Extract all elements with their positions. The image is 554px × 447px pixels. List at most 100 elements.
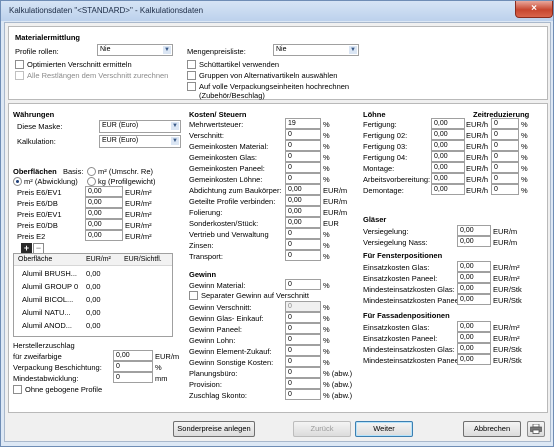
preis-input[interactable]: 0,00 [85, 230, 123, 241]
gewinn-input[interactable]: 0 [285, 367, 321, 378]
profile-rollen-select[interactable]: Nie ▼ [97, 44, 173, 56]
fassade-input[interactable]: 0,00 [457, 332, 491, 343]
kosten-unit: EUR/m [323, 208, 348, 217]
table-row[interactable]: Alumil GROUP 0 0,00 [14, 280, 172, 292]
gewinn-input[interactable]: 0 [285, 378, 321, 389]
mengenpreisliste-select[interactable]: Nie ▼ [273, 44, 359, 56]
separat-checkbox[interactable] [189, 291, 198, 300]
table-row[interactable]: Alumil ANOD... 0,00 [14, 319, 172, 331]
preis-input[interactable]: 0,00 [85, 186, 123, 197]
kosten-input[interactable]: 0,00 [285, 184, 321, 195]
fenster-unit: EUR/Stk [493, 296, 522, 305]
kosten-label: Gemeinkosten Paneel: [189, 164, 265, 173]
column-header[interactable]: EUR/m² [86, 254, 111, 265]
kosten-unit: % [323, 164, 330, 173]
optimiert-checkbox[interactable] [15, 60, 24, 69]
zuschlag-input[interactable]: 0,00 [113, 350, 153, 361]
zeitreduzierung-input[interactable]: 0 [491, 140, 519, 151]
lohn-input[interactable]: 0,00 [431, 118, 465, 129]
fenster-input[interactable]: 0,00 [457, 294, 491, 305]
gewinn-label: Provision: [189, 380, 222, 389]
restlaengen-checkbox[interactable] [15, 71, 24, 80]
kosten-label: Gemeinkosten Material: [189, 142, 269, 151]
glas-input[interactable]: 0,00 [457, 225, 491, 236]
table-row[interactable]: Alumil NATU... 0,00 [14, 306, 172, 318]
gewinn-input[interactable]: 0 [285, 356, 321, 367]
mindestabwicklung-input[interactable]: 0 [113, 372, 153, 383]
zeitreduzierung-input[interactable]: 0 [491, 162, 519, 173]
mindestabwicklung-unit: mm [155, 374, 168, 383]
column-header[interactable]: EUR/Sichtfl. [124, 254, 162, 265]
ohne-gebogene-checkbox[interactable] [13, 385, 22, 394]
kosten-input[interactable]: 0,00 [285, 195, 321, 206]
oberflaechen-table[interactable]: Oberfläche EUR/m² EUR/Sichtfl. Alumil BR… [13, 253, 173, 337]
kosten-input[interactable]: 0 [285, 151, 321, 162]
weiter-button[interactable]: Weiter [355, 421, 413, 437]
kosten-input[interactable]: 19 [285, 118, 321, 129]
lohn-unit: EUR/h [466, 131, 489, 140]
gewinn-input[interactable]: 0 [285, 301, 321, 312]
zeitreduzierung-input[interactable]: 0 [491, 151, 519, 162]
zeitreduzierung-input[interactable]: 0 [491, 173, 519, 184]
close-button[interactable]: × [515, 1, 553, 18]
fenster-input[interactable]: 0,00 [457, 272, 491, 283]
gewinn-input[interactable]: 0 [285, 323, 321, 334]
kosten-input[interactable]: 0 [285, 162, 321, 173]
fassade-input[interactable]: 0,00 [457, 354, 491, 365]
verpackung-checkbox[interactable] [187, 82, 196, 91]
kosten-input[interactable]: 0 [285, 173, 321, 184]
gewinn-label: Zuschlag Skonto: [189, 391, 247, 400]
kosten-input[interactable]: 0,00 [285, 206, 321, 217]
lohn-input[interactable]: 0,00 [431, 173, 465, 184]
zeitreduzierung-input[interactable]: 0 [491, 184, 519, 195]
gewinn-input[interactable]: 0 [285, 345, 321, 356]
fassade-unit: EUR/Stk [493, 345, 522, 354]
schuett-checkbox[interactable] [187, 60, 196, 69]
title-bar[interactable]: Kalkulationsdaten "<STANDARD>" - Kalkula… [1, 1, 553, 21]
kosten-input[interactable]: 0 [285, 228, 321, 239]
preis-unit: EUR/m² [125, 188, 152, 197]
maske-select[interactable]: EUR (Euro) ▼ [99, 120, 181, 133]
kosten-label: Abdichtung zum Baukörper: [189, 186, 282, 195]
kalkulation-select[interactable]: EUR (Euro) ▼ [99, 135, 181, 148]
fenster-input[interactable]: 0,00 [457, 261, 491, 272]
fassade-input[interactable]: 0,00 [457, 321, 491, 332]
column-header[interactable]: Oberfläche [18, 254, 52, 265]
preis-input[interactable]: 0,00 [85, 197, 123, 208]
lohn-input[interactable]: 0,00 [431, 162, 465, 173]
preis-label: Preis E6/DB [17, 199, 58, 208]
table-row[interactable]: Alumil BICOL... 0,00 [14, 293, 172, 305]
verpackung-beschichtung-input[interactable]: 0 [113, 361, 153, 372]
radio-umschr[interactable] [87, 167, 96, 176]
print-button[interactable] [527, 421, 545, 437]
gewinn-input[interactable]: 0 [285, 334, 321, 345]
alternativ-checkbox[interactable] [187, 71, 196, 80]
zeitreduzierung-input[interactable]: 0 [491, 118, 519, 129]
lohn-input[interactable]: 0,00 [431, 140, 465, 151]
lohn-input[interactable]: 0,00 [431, 151, 465, 162]
radio-profilgewicht[interactable] [87, 177, 96, 186]
kosten-input[interactable]: 0 [285, 140, 321, 151]
lohn-input[interactable]: 0,00 [431, 129, 465, 140]
gewinn-input[interactable]: 0 [285, 389, 321, 400]
kosten-input[interactable]: 0 [285, 239, 321, 250]
radio-abwicklung[interactable] [13, 177, 22, 186]
zeitreduzierung-input[interactable]: 0 [491, 129, 519, 140]
fassade-input[interactable]: 0,00 [457, 343, 491, 354]
preis-input[interactable]: 0,00 [85, 219, 123, 230]
kosten-input[interactable]: 0 [285, 250, 321, 261]
gewinn-material-input[interactable]: 0 [285, 279, 321, 290]
fenster-input[interactable]: 0,00 [457, 283, 491, 294]
preis-input[interactable]: 0,00 [85, 208, 123, 219]
radio-umschr-label: m² (Umschr. Re) [98, 167, 153, 176]
lohn-input[interactable]: 0,00 [431, 184, 465, 195]
zurueck-button[interactable]: Zurück [293, 421, 351, 437]
gewinn-input[interactable]: 0 [285, 312, 321, 323]
sonderpreise-button[interactable]: Sonderpreise anlegen [173, 421, 255, 437]
kosten-input[interactable]: 0,00 [285, 217, 321, 228]
abbrechen-button[interactable]: Abbrechen [463, 421, 521, 437]
verpackung-beschichtung-label: Verpackung Beschichtung: [13, 363, 102, 372]
table-row[interactable]: Alumil BRUSH... 0,00 [14, 267, 172, 279]
kosten-input[interactable]: 0 [285, 129, 321, 140]
glas-input[interactable]: 0,00 [457, 236, 491, 247]
